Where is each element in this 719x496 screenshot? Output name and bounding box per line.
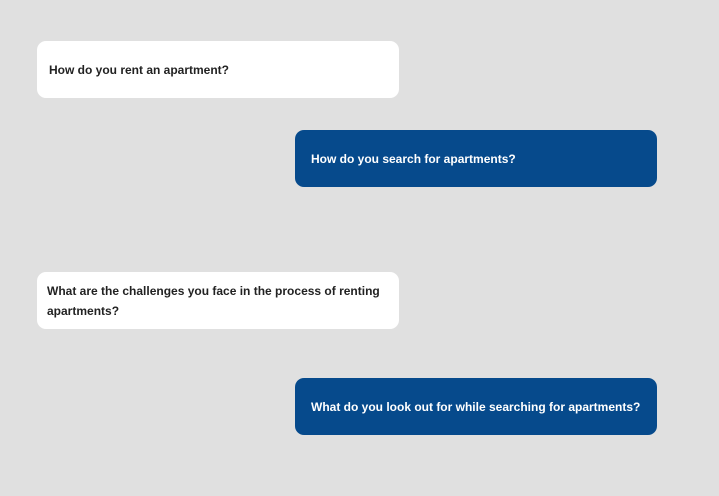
message-text: How do you rent an apartment? xyxy=(49,62,230,77)
chat-bubble-outgoing: What do you look out for while searching… xyxy=(295,378,657,435)
chat-bubble-incoming: What are the challenges you face in the … xyxy=(37,272,399,329)
chat-bubble-incoming: How do you rent an apartment? xyxy=(37,41,399,98)
message-text: How do you search for apartments? xyxy=(311,151,516,166)
chat-canvas: { "messages": [ { "side": "incoming", "t… xyxy=(0,0,719,496)
message-text: What are the challenges you face in the … xyxy=(47,283,380,318)
message-text: What do you look out for while searching… xyxy=(311,399,641,414)
chat-bubble-outgoing: How do you search for apartments? xyxy=(295,130,657,187)
